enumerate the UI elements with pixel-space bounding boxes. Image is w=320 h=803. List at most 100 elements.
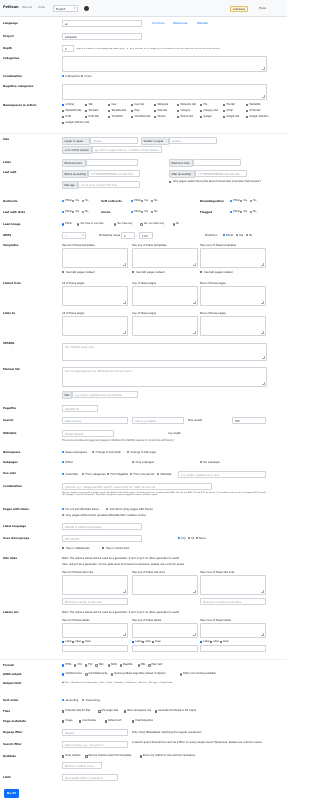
since-input[interactable]: eg 120 for pages that are <=100% of that… bbox=[92, 146, 162, 153]
site-any-textarea[interactable] bbox=[132, 575, 198, 595]
tools-menu[interactable]: Tools bbox=[259, 6, 266, 10]
links-to-all-textarea[interactable] bbox=[62, 316, 128, 336]
autosave-button[interactable]: Autosave bbox=[230, 5, 249, 12]
nav-tools[interactable]: Tools bbox=[38, 5, 45, 9]
from-wikidata-radio[interactable] bbox=[157, 473, 160, 476]
max-sitelinks-input[interactable]: Maximum number of site links bbox=[200, 598, 266, 605]
format-radio[interactable] bbox=[74, 664, 77, 667]
depth-input[interactable]: 0 bbox=[62, 45, 74, 52]
namespace-checkbox[interactable] bbox=[223, 110, 226, 113]
ns-ct-radio[interactable] bbox=[92, 451, 95, 454]
namespace-checkbox[interactable] bbox=[131, 116, 134, 119]
categories-textarea[interactable] bbox=[62, 56, 267, 72]
min-redlinks-input[interactable]: Minimum redlink count bbox=[62, 762, 102, 769]
ns-talk-radio[interactable] bbox=[127, 451, 130, 454]
anons-yes-radio[interactable] bbox=[141, 211, 144, 214]
no-items-radio[interactable] bbox=[62, 508, 65, 511]
templates-all-talk-checkbox[interactable] bbox=[62, 271, 65, 274]
label-type-desc-checkbox[interactable] bbox=[220, 641, 223, 644]
linked-from-all-textarea[interactable] bbox=[62, 286, 128, 306]
json-radio[interactable] bbox=[62, 673, 65, 676]
label-type-alias-checkbox[interactable] bbox=[72, 641, 75, 644]
linked-from-any-textarea[interactable] bbox=[132, 286, 198, 306]
label-language-input[interactable]: Default is interface language bbox=[62, 523, 142, 530]
sub-either-radio[interactable] bbox=[62, 461, 65, 464]
templates-any-textarea[interactable] bbox=[132, 248, 198, 268]
manual-list-textarea[interactable]: Put one title/page per line (Wikidata it… bbox=[62, 367, 267, 387]
namespace-checkbox[interactable] bbox=[177, 104, 180, 107]
metadata-checkbox[interactable] bbox=[131, 720, 135, 723]
language-select[interactable]: English bbox=[53, 5, 78, 12]
language-input[interactable]: en bbox=[62, 20, 142, 27]
user-items-input[interactable]: P31:Q5/P31 bbox=[62, 535, 142, 542]
ns-keep-radio[interactable] bbox=[62, 451, 65, 454]
commons-link[interactable]: Commons bbox=[152, 22, 165, 25]
redlinks-checkbox[interactable] bbox=[85, 755, 88, 758]
json-radio[interactable] bbox=[179, 673, 183, 676]
label-language-input-2[interactable] bbox=[200, 645, 266, 652]
before-input[interactable]: YYYYMMDDHHMMSS (shorter OK) bbox=[88, 170, 140, 177]
combination-intersection-radio[interactable] bbox=[62, 75, 65, 78]
wikispecies-link[interactable]: Wikispecies bbox=[173, 22, 188, 25]
namespace-checkbox[interactable] bbox=[177, 116, 180, 119]
use-wiki-auto-radio[interactable] bbox=[62, 473, 65, 476]
json-radio[interactable] bbox=[111, 673, 114, 676]
brand[interactable]: PetScan bbox=[3, 5, 19, 9]
namespace-checkbox[interactable] bbox=[62, 122, 65, 125]
do-it-button[interactable]: Do it! bbox=[4, 789, 19, 798]
flagged-yes-radio[interactable] bbox=[240, 211, 243, 214]
namespace-checkbox[interactable] bbox=[246, 110, 249, 113]
namespace-checkbox[interactable] bbox=[108, 110, 111, 113]
search-filter-input[interactable]: Search query, e.g. "insource:x" bbox=[62, 741, 128, 748]
json-radio[interactable] bbox=[85, 673, 88, 676]
label-type-label-checkbox[interactable] bbox=[132, 641, 135, 644]
metadata-checkbox[interactable] bbox=[62, 720, 65, 723]
namespace-checkbox[interactable] bbox=[246, 104, 249, 107]
has-no-props-checkbox[interactable] bbox=[102, 547, 105, 550]
redirects-no-radio[interactable] bbox=[82, 200, 85, 203]
templates-none-textarea[interactable] bbox=[200, 248, 266, 268]
namespace-checkbox[interactable] bbox=[154, 110, 157, 113]
namespace-checkbox[interactable] bbox=[200, 110, 203, 113]
bots-either-radio[interactable] bbox=[62, 211, 65, 214]
larger-input[interactable]: (bytes) bbox=[90, 137, 138, 144]
label-language-input-1[interactable] bbox=[132, 645, 198, 652]
probability-to[interactable]: 1.00 bbox=[139, 232, 153, 239]
max-links-input[interactable] bbox=[193, 159, 241, 166]
use-wiki-input[interactable]: e.g. enwiki, dewikisource, enw bbox=[178, 471, 266, 478]
from-categories-radio[interactable] bbox=[82, 473, 85, 476]
files-checkbox[interactable] bbox=[155, 710, 158, 713]
wikidata-source-input[interactable]: enwiki.wikiwiki bbox=[62, 430, 114, 437]
anons-no-radio[interactable] bbox=[151, 211, 154, 214]
namespace-checkbox[interactable] bbox=[200, 116, 203, 119]
namespace-checkbox[interactable] bbox=[85, 110, 88, 113]
pagepile-input[interactable]: PagePile ID bbox=[62, 405, 98, 412]
metadata-checkbox[interactable] bbox=[104, 720, 107, 723]
sort-desc-radio[interactable] bbox=[82, 699, 85, 702]
manual-wiki-input[interactable]: e.g. enwiki, dewikisource, enwikiversi bbox=[72, 391, 138, 398]
format-radio[interactable] bbox=[148, 664, 151, 667]
redlinks-checkbox[interactable] bbox=[62, 755, 65, 758]
namespace-checkbox[interactable] bbox=[223, 116, 226, 119]
templates-any-talk-checkbox[interactable] bbox=[132, 271, 135, 274]
labels-any-textarea[interactable] bbox=[132, 623, 198, 638]
wikidata-link[interactable]: Wikidata bbox=[197, 22, 208, 25]
namespace-checkbox[interactable] bbox=[154, 104, 157, 107]
namespace-checkbox[interactable] bbox=[85, 104, 88, 107]
project-input[interactable]: wikipedia bbox=[62, 33, 142, 40]
namespace-checkbox[interactable] bbox=[62, 104, 65, 107]
search-wiki-input[interactable]: wiki (e.g. enwiki) bbox=[132, 417, 184, 424]
format-radio[interactable] bbox=[137, 664, 140, 667]
label-type-label-checkbox[interactable] bbox=[200, 641, 203, 644]
namespace-checkbox[interactable] bbox=[108, 116, 111, 119]
namespace-checkbox[interactable] bbox=[177, 110, 180, 113]
linked-from-none-textarea[interactable] bbox=[200, 286, 266, 306]
nav-manual[interactable]: Manual bbox=[22, 5, 32, 9]
links-to-none-textarea[interactable] bbox=[200, 316, 266, 336]
disambiguation-either-radio[interactable] bbox=[230, 200, 233, 203]
namespace-checkbox[interactable] bbox=[223, 104, 226, 107]
files-checkbox[interactable] bbox=[62, 710, 65, 713]
sub-no-radio[interactable] bbox=[200, 461, 203, 464]
namespace-checkbox[interactable] bbox=[131, 110, 134, 113]
after-input[interactable]: YYYYMMDDHHMMSS (shorter OK) bbox=[195, 170, 247, 177]
